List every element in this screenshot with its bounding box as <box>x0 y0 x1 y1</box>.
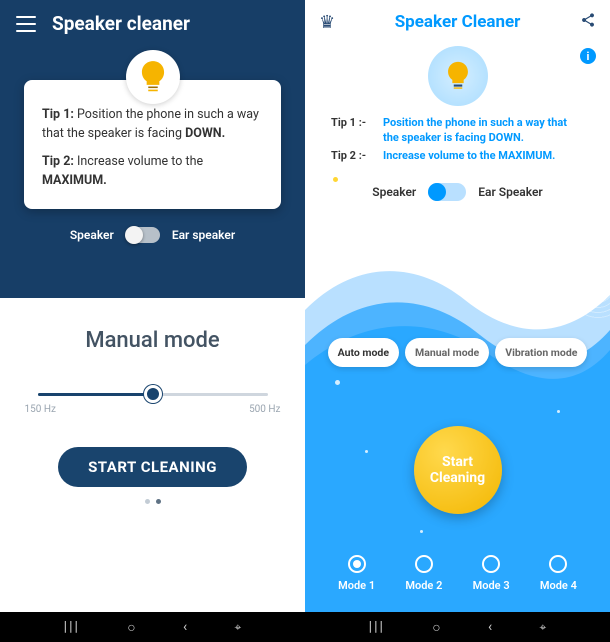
recent-apps-icon[interactable]: ||| <box>64 619 80 635</box>
tip2-text: Increase volume to the <box>77 154 203 169</box>
tip1-text: Position the phone in such a way that th… <box>383 116 584 146</box>
start-label-2: Cleaning <box>430 470 485 486</box>
page-indicator <box>24 499 281 504</box>
android-navbar: ||| ○ ‹ ⌖ <box>0 612 305 642</box>
mode-label: Mode 1 <box>338 579 375 592</box>
tip2-label: Tip 2: <box>42 154 74 169</box>
info-icon[interactable]: i <box>580 48 596 64</box>
tips-block: Tip 1 :- Position the phone in such a wa… <box>305 106 610 173</box>
app-title: Speaker Cleaner <box>395 12 521 32</box>
tip1-label: Tip 1: <box>42 107 74 122</box>
speaker-toggle[interactable] <box>126 227 160 243</box>
tip2-bold: MAXIMUM. <box>42 173 107 188</box>
start-label-1: Start <box>442 454 473 470</box>
share-icon[interactable] <box>580 12 596 33</box>
tip1-text: Position the phone in such a way that th… <box>42 107 259 141</box>
mode-label: Mode 2 <box>405 579 442 592</box>
start-cleaning-button[interactable]: Start Cleaning <box>414 426 502 514</box>
crown-icon[interactable]: ♛ <box>319 12 335 33</box>
back-icon[interactable]: ‹ <box>183 619 187 635</box>
tip2-label: Tip 2 :- <box>331 149 373 164</box>
toggle-label-speaker: Speaker <box>70 228 114 242</box>
mode-option-1[interactable]: Mode 1 <box>338 555 375 592</box>
slider-max: 500 Hz <box>249 404 280 415</box>
bulb-icon <box>126 50 180 104</box>
toggle-label-speaker: Speaker <box>372 185 416 199</box>
bulb-icon <box>428 46 488 106</box>
accessibility-icon[interactable]: ⌖ <box>235 620 242 635</box>
toggle-label-ear: Ear speaker <box>172 228 235 242</box>
slider-min: 150 Hz <box>25 404 56 415</box>
recent-apps-icon[interactable]: ||| <box>369 619 385 635</box>
accessibility-icon[interactable]: ⌖ <box>540 620 547 635</box>
tip2-text: Increase volume to the MAXIMUM. <box>383 149 555 164</box>
back-icon[interactable]: ‹ <box>488 619 492 635</box>
mode-pill-vibration[interactable]: Vibration mode <box>495 338 587 367</box>
frequency-slider[interactable] <box>38 393 268 396</box>
mode-option-4[interactable]: Mode 4 <box>540 555 577 592</box>
mode-label: Mode 4 <box>540 579 577 592</box>
mode-title: Manual mode <box>24 328 281 353</box>
radio-icon <box>415 555 433 573</box>
home-icon[interactable]: ○ <box>432 619 440 636</box>
mode-pill-auto[interactable]: Auto mode <box>328 338 399 367</box>
mode-label: Mode 3 <box>473 579 510 592</box>
home-icon[interactable]: ○ <box>127 619 135 636</box>
tips-card: Tip 1: Position the phone in such a way … <box>24 80 281 209</box>
menu-icon[interactable] <box>16 16 36 32</box>
android-navbar: ||| ○ ‹ ⌖ <box>305 612 610 642</box>
mode-pill-manual[interactable]: Manual mode <box>405 338 489 367</box>
mode-option-3[interactable]: Mode 3 <box>473 555 510 592</box>
radio-icon <box>549 555 567 573</box>
toggle-label-ear: Ear Speaker <box>478 185 542 199</box>
speaker-toggle[interactable] <box>428 183 466 201</box>
tip1-label: Tip 1 :- <box>331 116 373 146</box>
app-title: Speaker cleaner <box>52 12 190 35</box>
radio-icon <box>348 555 366 573</box>
tip1-bold: DOWN. <box>185 126 225 141</box>
radio-icon <box>482 555 500 573</box>
mode-option-2[interactable]: Mode 2 <box>405 555 442 592</box>
start-cleaning-button[interactable]: START CLEANING <box>58 447 247 487</box>
